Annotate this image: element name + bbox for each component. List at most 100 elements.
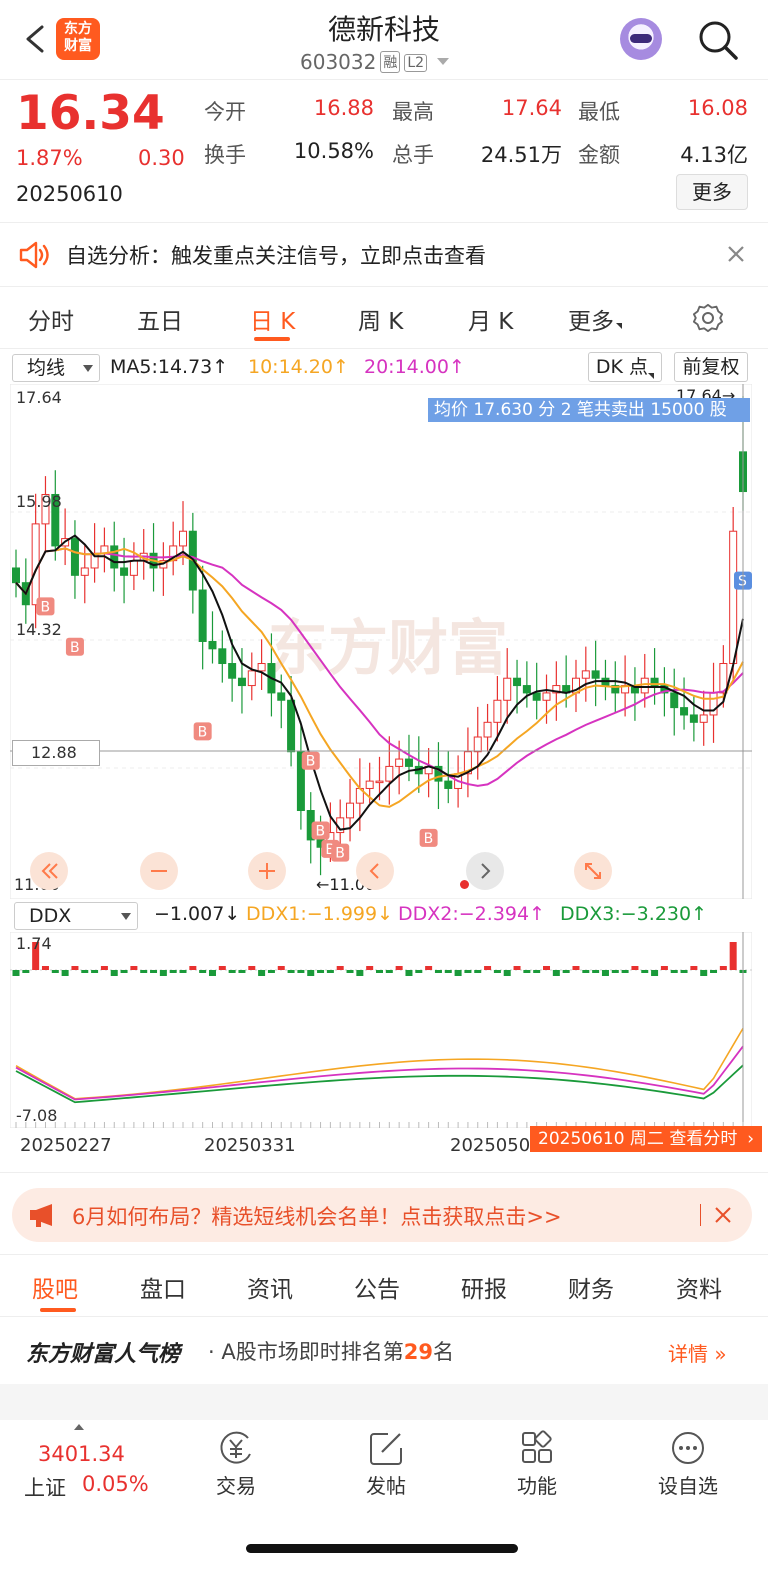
- nav-features[interactable]: 功能: [497, 1430, 577, 1499]
- more-quote-button[interactable]: 更多: [676, 174, 748, 210]
- zoom-in-button[interactable]: [248, 852, 286, 890]
- kline-chart[interactable]: 东方财富 BBBBBB BBS ←11.00 17.64→: [10, 384, 752, 899]
- promo-text[interactable]: 6月如何布局？精选短线机会名单！点击获取点击>>: [72, 1201, 562, 1231]
- tab-weekly-k[interactable]: 周 K: [358, 302, 403, 336]
- close-icon[interactable]: [726, 244, 746, 264]
- ddx-bar: [474, 970, 482, 973]
- indicator-select-value: 均线: [27, 357, 66, 379]
- tab-announcements[interactable]: 公告: [354, 1270, 400, 1304]
- adjust-mode-button[interactable]: 前复权: [674, 352, 748, 382]
- candle-body: [709, 692, 718, 716]
- scroll-right-button[interactable]: [466, 852, 504, 890]
- divider: [0, 1172, 768, 1173]
- index-name[interactable]: 上证: [24, 1472, 66, 1502]
- tab-more[interactable]: 更多: [568, 302, 622, 336]
- stock-code-row[interactable]: 603032 融 L2: [300, 50, 450, 74]
- zoom-out-button[interactable]: [140, 852, 178, 890]
- tab-monthly-k[interactable]: 月 K: [468, 302, 513, 336]
- analysis-banner-text[interactable]: 自选分析：触发重点关注信号，立即点击查看: [66, 240, 486, 270]
- search-icon[interactable]: [696, 18, 740, 62]
- divider: [0, 286, 768, 287]
- y-axis-level3: 14.32: [16, 620, 62, 639]
- ddx-bar: [523, 970, 531, 973]
- ddx-bar: [277, 966, 285, 970]
- current-price: 16.34: [16, 86, 165, 141]
- candle-body: [483, 721, 492, 738]
- ranking-detail-label: 详情: [668, 1342, 708, 1366]
- ddx-bar: [208, 970, 216, 976]
- ma20-value: 20:14.00: [364, 356, 449, 378]
- nav-trade-label: 交易: [216, 1474, 256, 1498]
- ddx-bar: [513, 966, 521, 970]
- chevron-right-icon: ›: [747, 1129, 754, 1149]
- close-icon[interactable]: [714, 1206, 732, 1224]
- candle-body: [532, 692, 541, 701]
- ddx-bar: [454, 970, 462, 976]
- tab-daily-k[interactable]: 日 K: [250, 302, 295, 336]
- ddx-bar: [729, 942, 737, 970]
- dk-point-button[interactable]: DK 点: [588, 352, 662, 382]
- candle-body: [670, 692, 679, 709]
- tab-news[interactable]: 资讯: [247, 1270, 293, 1304]
- ddx-bar: [218, 966, 226, 970]
- marker-label: B: [335, 846, 345, 862]
- y-axis-level2: 15.98: [16, 492, 62, 511]
- ranking-text: · A股市场即时排名第29名: [208, 1336, 454, 1366]
- tab-order-book[interactable]: 盘口: [140, 1270, 186, 1304]
- active-tab-indicator: [254, 337, 290, 341]
- tab-five-day[interactable]: 五日: [137, 302, 183, 336]
- ranking-detail-link[interactable]: 详情 »: [668, 1338, 727, 1367]
- ddx-bar: [631, 966, 639, 970]
- ma10-legend: 10:14.20↑: [248, 356, 349, 378]
- ddx-bar: [326, 970, 334, 973]
- index-change[interactable]: 0.05%: [82, 1472, 149, 1496]
- expand-up-icon[interactable]: [74, 1424, 84, 1430]
- more-dots-icon: [672, 1432, 704, 1464]
- speaker-icon: [19, 241, 49, 269]
- yen-icon: [220, 1431, 251, 1464]
- ddx-bar: [493, 970, 501, 973]
- ddx-value: −1.007: [154, 903, 225, 925]
- candle-body: [404, 758, 413, 767]
- home-indicator[interactable]: [246, 1544, 518, 1553]
- view-intraday-tip[interactable]: 20250610 周二 查看分时 ›: [530, 1126, 762, 1152]
- ddx-bar: [592, 970, 600, 973]
- fullscreen-button[interactable]: [574, 852, 612, 890]
- tab-profile[interactable]: 资料: [676, 1270, 722, 1304]
- divider: [700, 1204, 701, 1226]
- up-arrow-icon: ↑: [529, 903, 546, 925]
- index-value[interactable]: 3401.34: [38, 1442, 125, 1466]
- nav-add-watchlist[interactable]: 设自选: [648, 1430, 728, 1499]
- ddx-bar: [621, 970, 629, 973]
- ddx-indicator-select[interactable]: DDX: [14, 902, 138, 930]
- ddx3-value: DDX3:−3.230: [560, 903, 692, 925]
- scroll-left-fast-button[interactable]: [30, 852, 68, 890]
- tab-intraday[interactable]: 分时: [28, 302, 74, 336]
- ddx-chart[interactable]: [10, 932, 752, 1128]
- candle-body: [689, 714, 698, 723]
- ddx-bar: [169, 970, 177, 973]
- corner-triangle-icon: [616, 323, 622, 329]
- nav-trade[interactable]: 交易: [196, 1430, 276, 1499]
- corner-triangle-icon: [648, 373, 655, 379]
- ddx-bar: [120, 970, 128, 973]
- indicator-select[interactable]: 均线: [12, 354, 100, 382]
- nav-post[interactable]: 发帖: [346, 1430, 426, 1499]
- double-right-icon: »: [714, 1342, 727, 1366]
- tab-research[interactable]: 研报: [461, 1270, 507, 1304]
- edit-icon: [370, 1433, 402, 1465]
- section-gap: [0, 1384, 768, 1420]
- chevron-down-icon[interactable]: [437, 58, 450, 65]
- candle-body: [444, 780, 453, 789]
- gear-icon[interactable]: [692, 302, 724, 334]
- candle-body: [493, 699, 502, 723]
- low-value: 16.08: [687, 96, 748, 120]
- scroll-left-button[interactable]: [356, 852, 394, 890]
- tab-finance[interactable]: 财务: [568, 1270, 614, 1304]
- ddx-indicator-value: DDX: [29, 905, 72, 927]
- robot-assistant-icon[interactable]: [620, 18, 662, 60]
- marker-label: B: [424, 831, 434, 847]
- tab-guba[interactable]: 股吧: [32, 1270, 78, 1304]
- nav-features-label: 功能: [517, 1474, 557, 1498]
- ddx-bar: [601, 970, 609, 976]
